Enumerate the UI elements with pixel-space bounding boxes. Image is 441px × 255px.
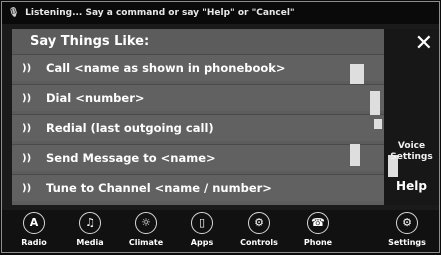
settings-icon: ⚙ [396,212,418,234]
controls-icon: ⚙ [248,212,270,234]
nav-phone[interactable]: ☎ Phone [291,212,345,252]
suggestion-label: Send Message to <name> [46,151,216,165]
nav-apps[interactable]: ▯ Apps [175,212,229,252]
status-bar: 🎙︎ Listening... Say a command or say "He… [2,2,439,24]
speech-icon: )) [22,182,32,194]
nav-settings[interactable]: ⚙ Settings [380,212,434,252]
scroll-artifact [370,91,380,115]
suggestion-item-send-message[interactable]: )) Send Message to <name> [12,144,384,171]
suggestion-label: Tune to Channel <name / number> [46,181,272,195]
listening-status-text: Listening... Say a command or say "Help"… [25,8,295,18]
help-button[interactable]: Help [384,179,439,193]
suggestions-panel: Say Things Like: )) Call <name as shown … [12,29,384,205]
radio-icon: A [23,212,45,234]
nav-label: Apps [190,238,214,247]
speech-icon: )) [22,62,32,74]
voice-command-screen: 🎙︎ Listening... Say a command or say "He… [1,1,440,253]
nav-label: Climate [128,238,164,247]
nav-radio[interactable]: A Radio [7,212,61,252]
suggestion-item-call[interactable]: )) Call <name as shown in phonebook> [12,54,384,81]
suggestion-label: Redial (last outgoing call) [46,121,214,135]
phone-icon: ☎ [307,212,329,234]
nav-label: Settings [388,238,426,247]
suggestion-item-tune-channel[interactable]: )) Tune to Channel <name / number> [12,174,384,201]
close-button[interactable]: ✕ [415,31,433,57]
scroll-artifact [374,119,382,129]
nav-label: Controls [240,238,278,247]
media-icon: ♫ [79,212,101,234]
suggestion-item-dial[interactable]: )) Dial <number> [12,84,384,111]
voice-settings-button[interactable]: Voice Settings [384,141,439,163]
nav-media[interactable]: ♫ Media [63,212,117,252]
nav-label: Phone [303,238,333,247]
suggestion-label: Call <name as shown in phonebook> [46,61,286,75]
panel-title: Say Things Like: [30,34,150,49]
scroll-artifact [350,64,364,84]
microphone-icon: 🎙︎ [8,8,20,18]
climate-icon: ☼ [135,212,157,234]
speech-icon: )) [22,152,32,164]
nav-controls[interactable]: ⚙ Controls [232,212,286,252]
speech-icon: )) [22,122,32,134]
suggestion-item-redial[interactable]: )) Redial (last outgoing call) [12,114,384,141]
nav-label: Media [76,238,104,247]
apps-icon: ▯ [191,212,213,234]
nav-climate[interactable]: ☼ Climate [119,212,173,252]
nav-label: Radio [21,238,47,247]
speech-icon: )) [22,92,32,104]
scroll-artifact [350,144,360,166]
suggestion-label: Dial <number> [46,91,145,105]
side-panel: ✕ Voice Settings Help [384,29,439,205]
